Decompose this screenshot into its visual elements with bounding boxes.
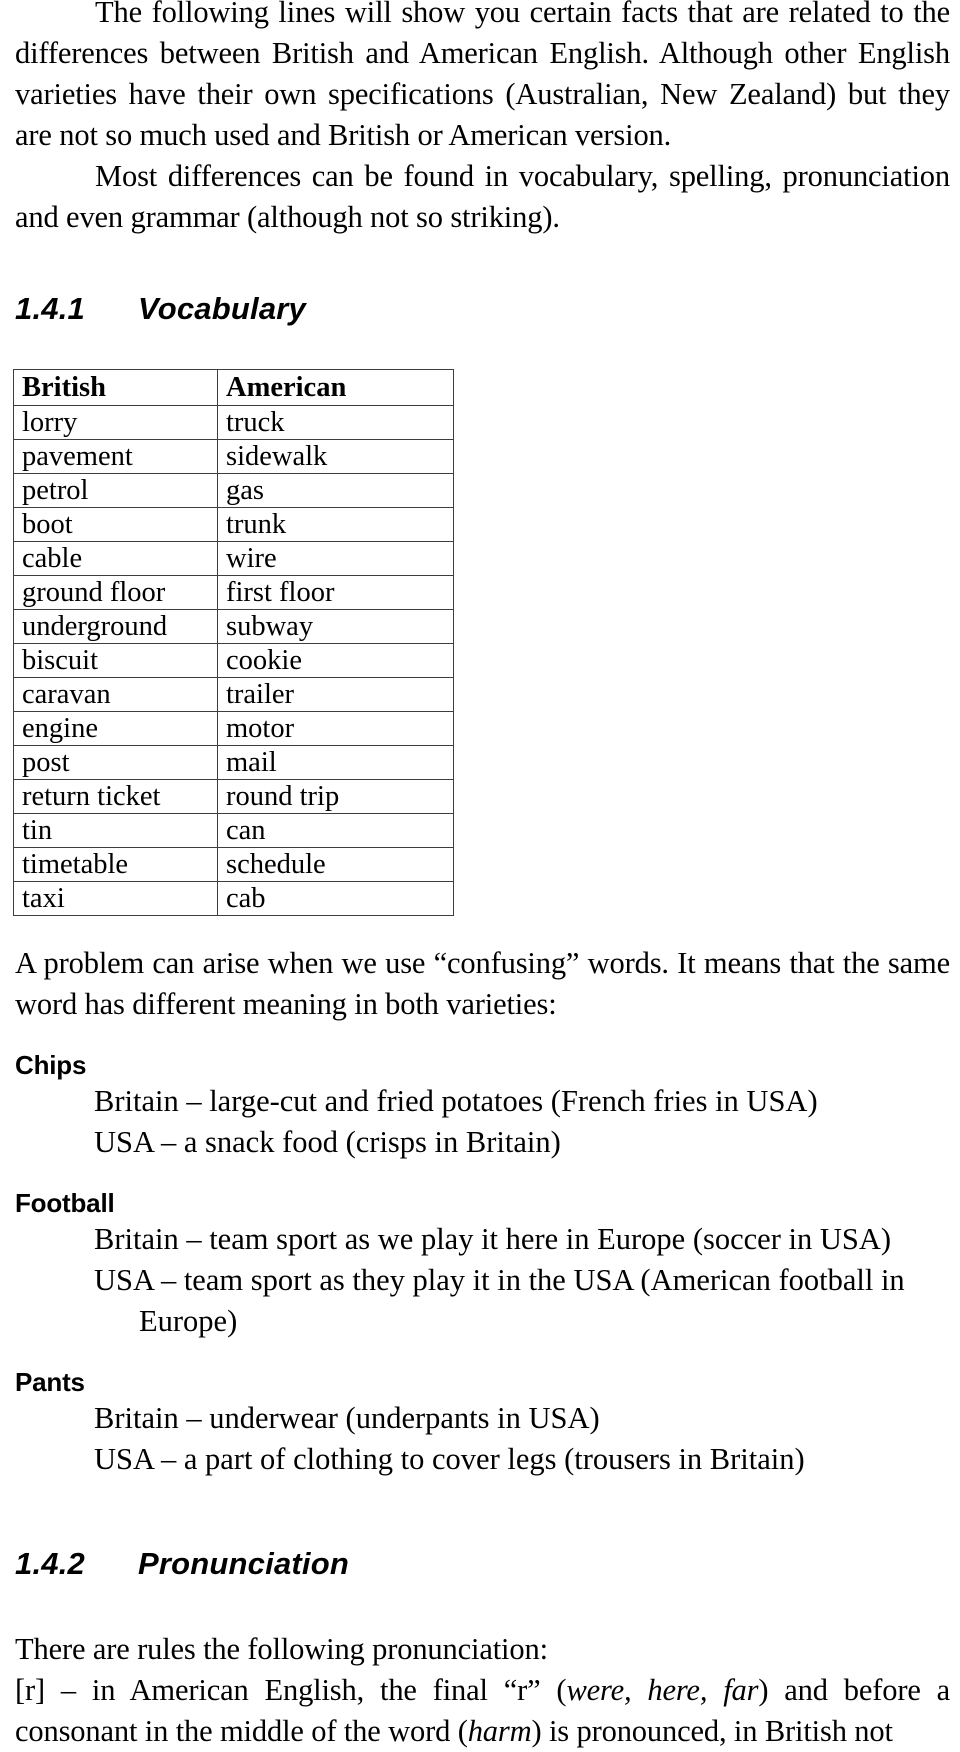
cell-british: return ticket — [13, 779, 218, 814]
cell-american: truck — [217, 405, 454, 440]
table-row: underground subway — [13, 609, 454, 644]
entry-term: Chips — [15, 1050, 87, 1080]
cell-american: motor — [217, 711, 454, 746]
cell-american: trunk — [217, 507, 454, 542]
cell-british: ground floor — [13, 575, 218, 610]
entry-definition-britain: Britain – team sport as we play it here … — [94, 1222, 892, 1256]
section-title-pronunciation: Pronunciation — [138, 1546, 349, 1581]
cell-american: gas — [217, 473, 454, 508]
pronunciation-rule-part-1: [r] – in American English, the final “r”… — [15, 1673, 567, 1707]
cell-british: underground — [13, 609, 218, 644]
entry-definition-usa-continued: Europe) — [95, 1301, 950, 1342]
table-row: cable wire — [13, 541, 454, 576]
column-header-american: American — [217, 369, 454, 406]
cell-american: wire — [217, 541, 454, 576]
entry-term: Pants — [15, 1367, 85, 1397]
cell-american: trailer — [217, 677, 454, 712]
intro-block: The following lines will show you certai… — [15, 0, 950, 238]
confusing-word-entry: Pants Britain – underwear (underpants in … — [15, 1366, 950, 1480]
cell-british: pavement — [13, 439, 218, 474]
table-row: return ticket round trip — [13, 779, 454, 814]
section-number-pronunciation: 1.4.2 — [15, 1546, 85, 1581]
cell-american: cookie — [217, 643, 454, 678]
section-heading-pronunciation: 1.4.2 Pronunciation — [15, 1546, 950, 1582]
cell-british: engine — [13, 711, 218, 746]
cell-american: schedule — [217, 847, 454, 882]
entry-definition-usa: USA – a snack food (crisps in Britain) — [94, 1125, 561, 1159]
pronunciation-intro: There are rules the following pronunciat… — [15, 1632, 548, 1666]
cell-british: timetable — [13, 847, 218, 882]
cell-british: cable — [13, 541, 218, 576]
table-row: caravan trailer — [13, 677, 454, 712]
pronunciation-rule-part-3: ) is pronounced, in British not — [531, 1714, 893, 1748]
column-header-british: British — [13, 369, 218, 406]
document-page: The following lines will show you certai… — [0, 0, 960, 1748]
cell-american: round trip — [217, 779, 454, 814]
table-row: taxi cab — [13, 881, 454, 916]
pronunciation-rule: [r] – in American English, the final “r”… — [15, 1670, 950, 1752]
entry-definition-britain: Britain – underwear (underpants in USA) — [94, 1401, 600, 1435]
table-row: tin can — [13, 813, 454, 848]
vocabulary-table-wrapper: British American lorry truck pavement sidew… — [13, 369, 950, 916]
confusing-word-entry: Football Britain – team sport as we play … — [15, 1187, 950, 1342]
entry-definitions: Britain – large-cut and fried potatoes (… — [94, 1081, 950, 1163]
intro-paragraph-2: Most differences can be found in vocabul… — [15, 159, 950, 234]
section-title-vocabulary: Vocabulary — [138, 291, 306, 326]
table-row: petrol gas — [13, 473, 454, 508]
section-number-vocabulary: 1.4.1 — [15, 291, 85, 326]
cell-british: petrol — [13, 473, 218, 508]
intro-paragraph-1: The following lines will show you certai… — [15, 0, 950, 152]
table-header-row: British American — [13, 369, 454, 406]
cell-british: biscuit — [13, 643, 218, 678]
table-row: timetable schedule — [13, 847, 454, 882]
table-row: pavement sidewalk — [13, 439, 454, 474]
entry-definition-britain: Britain – large-cut and fried potatoes (… — [94, 1084, 818, 1118]
vocabulary-table-body: lorry truck pavement sidewalk petrol gas boot t… — [13, 405, 454, 916]
cell-british: boot — [13, 507, 218, 542]
section-heading-vocabulary: 1.4.1 Vocabulary — [15, 291, 950, 327]
entry-definition-usa-continued-text: Europe) — [139, 1304, 238, 1338]
cell-british: lorry — [13, 405, 218, 440]
entry-definitions: Britain – team sport as we play it here … — [94, 1219, 950, 1342]
cell-british: taxi — [13, 881, 218, 916]
table-row: ground floor first floor — [13, 575, 454, 610]
pronunciation-rule-italic-1: were, here, far — [566, 1673, 759, 1707]
cell-american: subway — [217, 609, 454, 644]
entry-term: Football — [15, 1188, 115, 1218]
table-row: engine motor — [13, 711, 454, 746]
table-row: boot trunk — [13, 507, 454, 542]
cell-american: can — [217, 813, 454, 848]
confusing-word-entry: Chips Britain – large-cut and fried potat… — [15, 1049, 950, 1163]
cell-british: tin — [13, 813, 218, 848]
entry-definition-usa: USA – a part of clothing to cover legs (… — [94, 1442, 805, 1476]
entry-definition-usa: USA – team sport as they play it in the … — [94, 1263, 905, 1297]
cell-american: first floor — [217, 575, 454, 610]
confusing-words-entries: Chips Britain – large-cut and fried potat… — [15, 1049, 950, 1480]
table-row: biscuit cookie — [13, 643, 454, 678]
cell-british: post — [13, 745, 218, 780]
pronunciation-rule-italic-2: harm — [467, 1714, 532, 1748]
cell-american: sidewalk — [217, 439, 454, 474]
cell-american: cab — [217, 881, 454, 916]
confusing-words-paragraph: A problem can arise when we use “confusi… — [15, 946, 950, 1021]
entry-definitions: Britain – underwear (underpants in USA) U… — [94, 1398, 950, 1480]
cell-british: caravan — [13, 677, 218, 712]
cell-american: mail — [217, 745, 454, 780]
table-row: post mail — [13, 745, 454, 780]
table-row: lorry truck — [13, 405, 454, 440]
vocabulary-table: British American lorry truck pavement sidew… — [13, 369, 454, 916]
